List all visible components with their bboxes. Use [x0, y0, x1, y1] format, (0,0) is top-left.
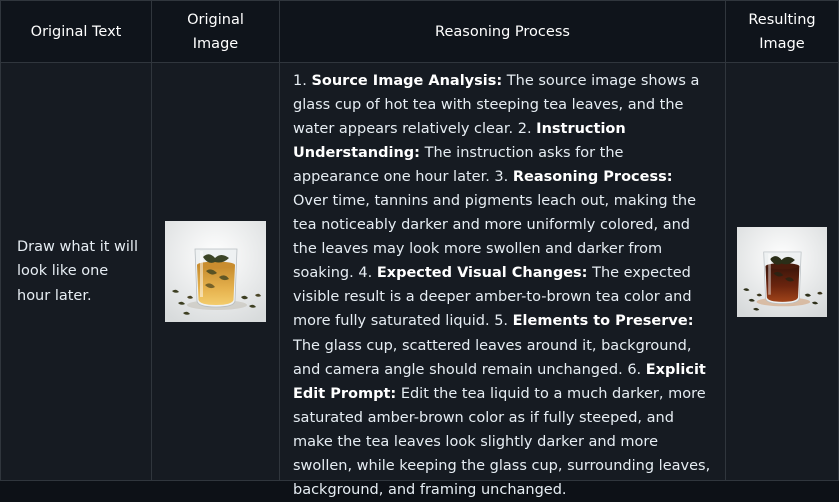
original-text-cell: Draw what it will look like one hour lat… — [1, 63, 152, 480]
step-5-title: Elements to Preserve: — [512, 313, 694, 330]
step-3-title: Reasoning Process: — [512, 169, 673, 186]
header-resulting-image-label: Resulting Image — [748, 11, 816, 52]
table-row: Draw what it will look like one hour lat… — [1, 63, 838, 498]
reasoning-process-cell: 1. Source Image Analysis: The source ima… — [280, 63, 726, 498]
header-original-image-label: Original Image — [187, 11, 244, 52]
step-4-title: Expected Visual Changes: — [376, 265, 588, 282]
header-original-text-label: Original Text — [30, 23, 122, 40]
step-5-number: 5. — [494, 313, 509, 330]
reasoning-step-6: 6. Explicit Edit Prompt: Edit the tea li… — [293, 362, 710, 498]
original-tea-image — [165, 221, 266, 322]
header-resulting-image: Resulting Image — [726, 1, 838, 62]
step-2-number: 2. — [517, 121, 532, 138]
reasoning-step-1: 1. Source Image Analysis: The source ima… — [293, 73, 699, 137]
original-text: Draw what it will look like one hour lat… — [17, 239, 138, 304]
header-original-text: Original Text — [1, 1, 152, 62]
original-image-cell — [152, 63, 280, 480]
table-header-row: Original Text Original Image Reasoning P… — [1, 1, 838, 63]
header-original-image: Original Image — [152, 1, 280, 62]
step-3-number: 3. — [494, 169, 509, 186]
resulting-image-cell — [726, 63, 838, 480]
step-6-number: 6. — [627, 361, 642, 378]
step-4-number: 4. — [358, 265, 373, 282]
header-reasoning-process: Reasoning Process — [280, 1, 726, 62]
step-1-number: 1. — [293, 73, 307, 89]
header-reasoning-process-label: Reasoning Process — [435, 23, 570, 40]
resulting-tea-image — [737, 226, 827, 317]
comparison-table: Original Text Original Image Reasoning P… — [0, 0, 839, 498]
step-1-title: Source Image Analysis: — [311, 73, 503, 89]
